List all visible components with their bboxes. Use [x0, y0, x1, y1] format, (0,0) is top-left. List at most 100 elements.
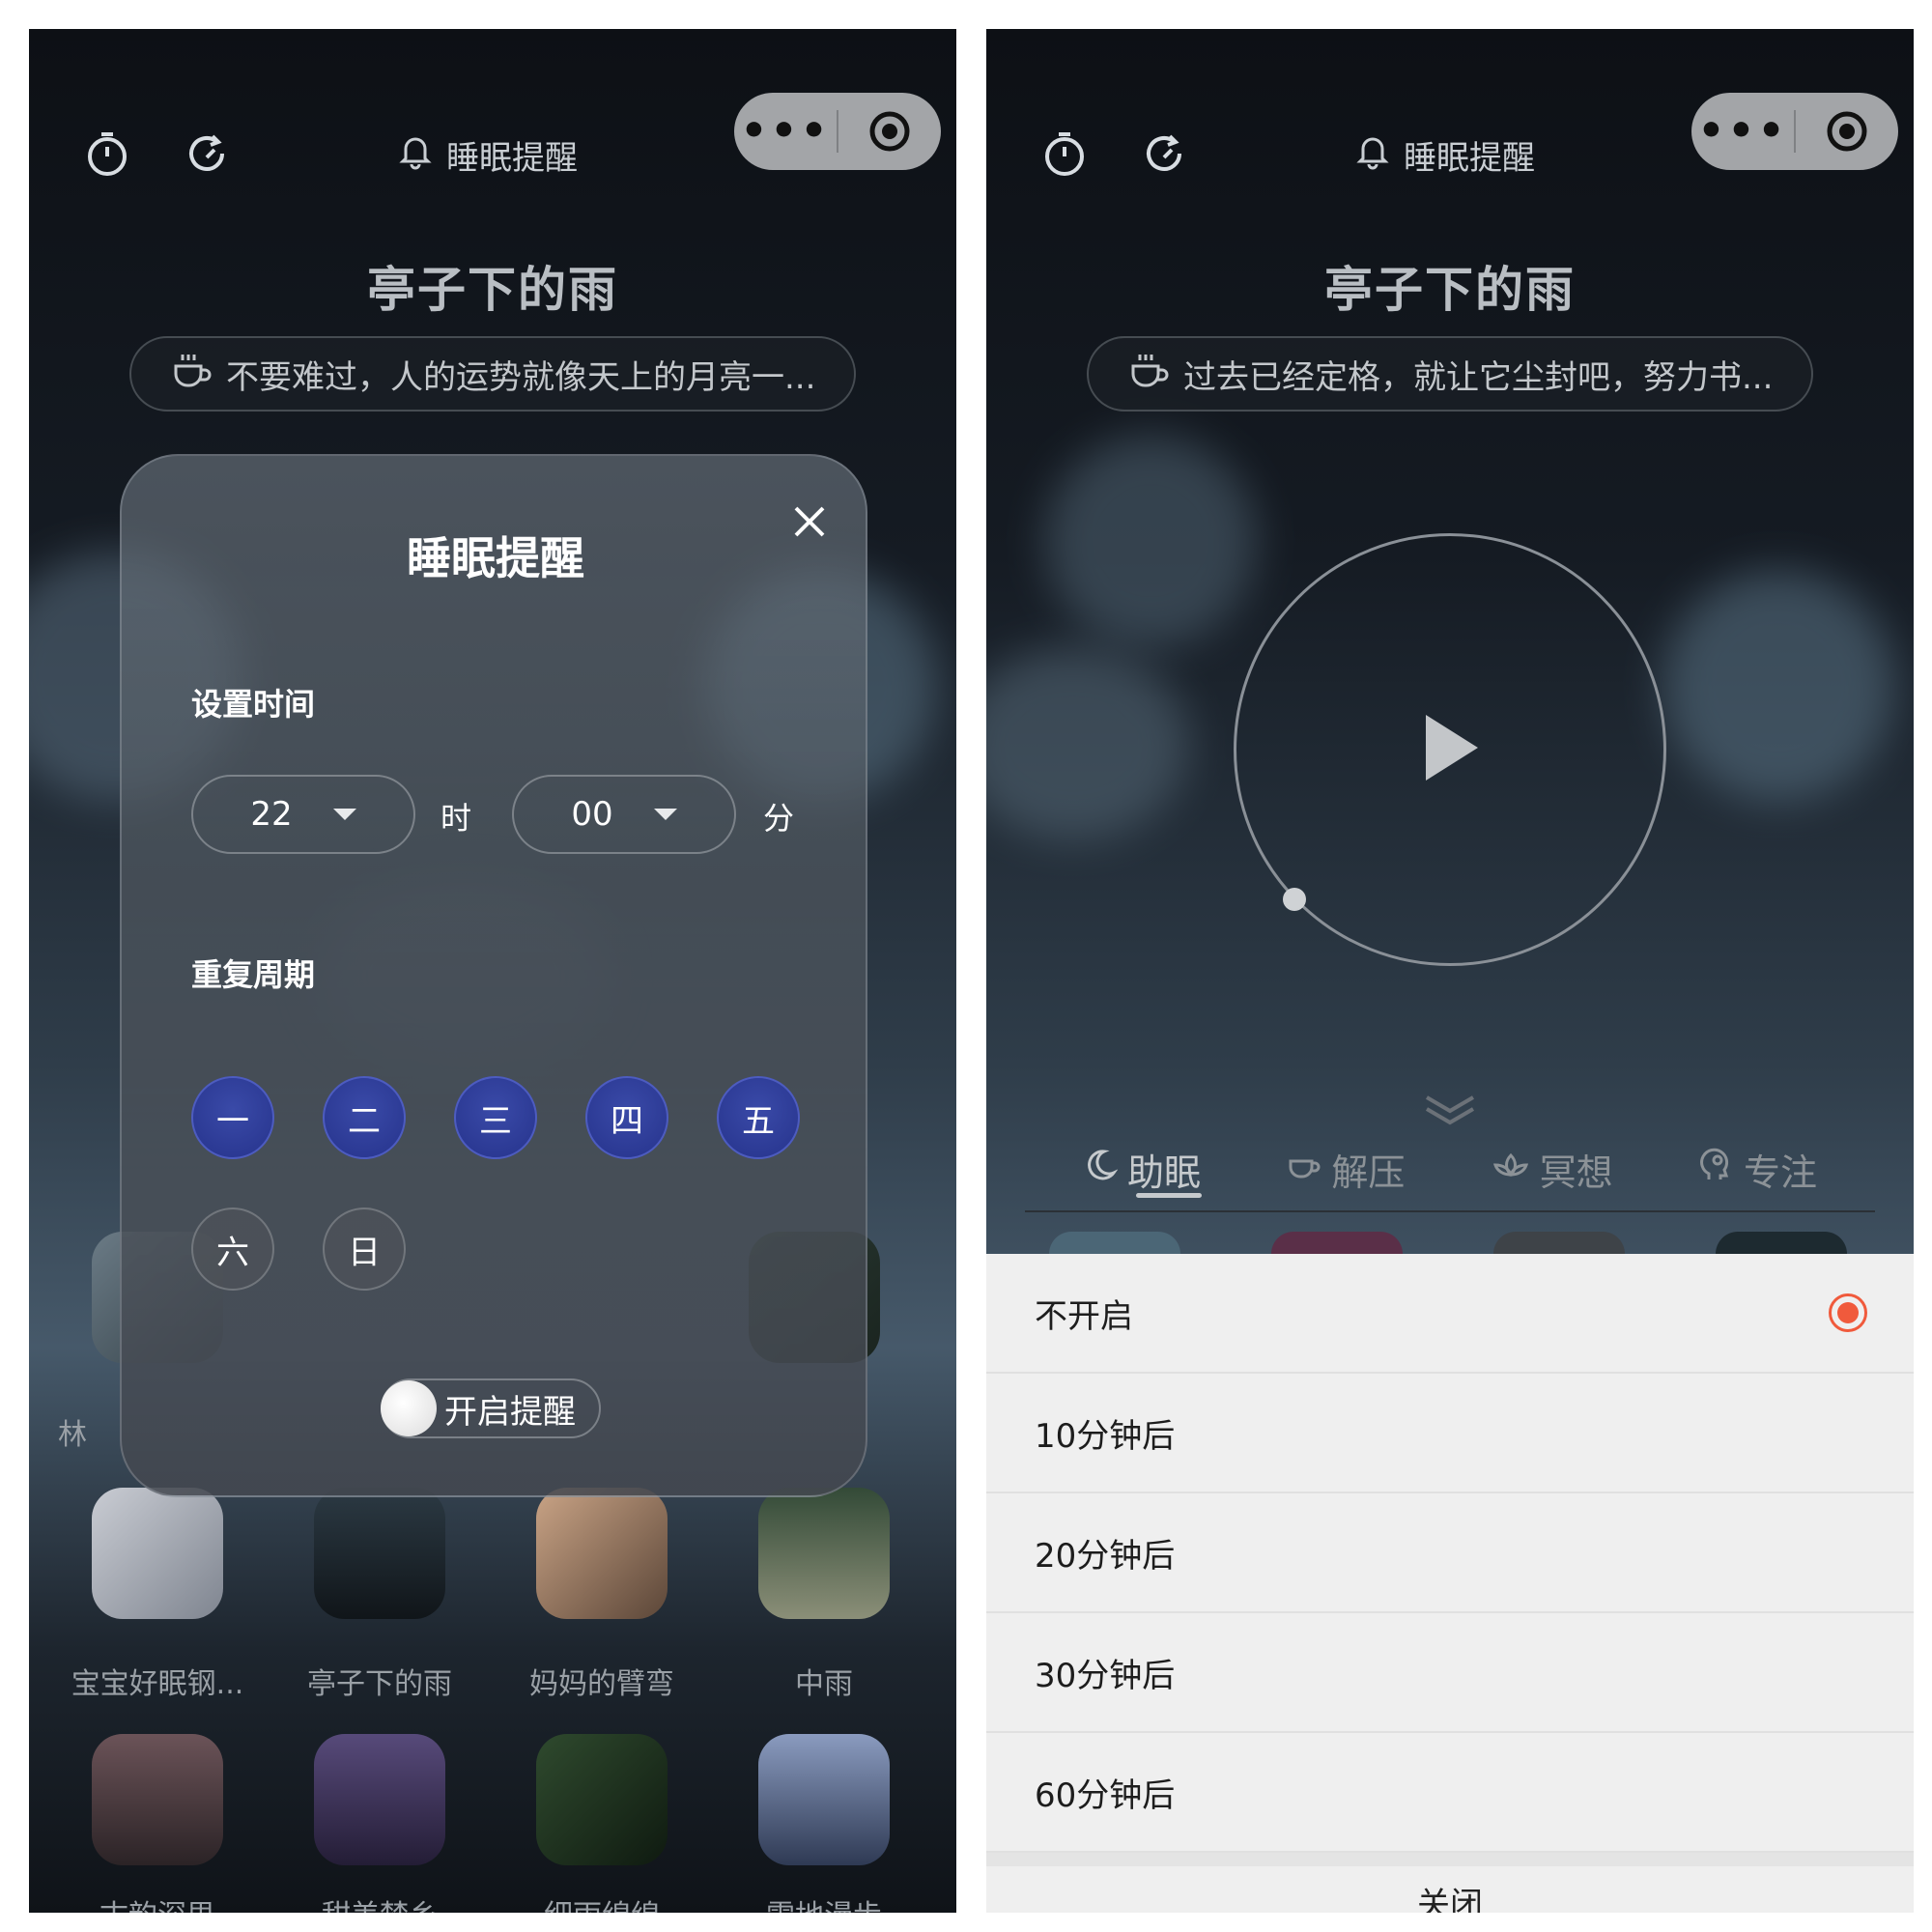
day-toggle-tue[interactable]: 二: [323, 1076, 406, 1159]
refresh-icon[interactable]: [184, 130, 230, 177]
option-label: 20分钟后: [1035, 1536, 1176, 1576]
song-title: 亭子下的雨: [1324, 262, 1576, 318]
sound-tile[interactable]: [758, 1488, 890, 1619]
sound-tile[interactable]: [92, 1488, 223, 1619]
option-label: 30分钟后: [1035, 1656, 1176, 1695]
tab-focus[interactable]: 专注: [1699, 1140, 1817, 1198]
topbar-title[interactable]: 睡眠提醒: [1353, 130, 1535, 179]
timer-option-30[interactable]: 30分钟后: [986, 1613, 1914, 1733]
minute-value: 00: [571, 795, 613, 834]
category-tabs: 助眠 解压 冥想 专注: [1025, 1140, 1875, 1198]
sound-tile[interactable]: [92, 1734, 223, 1865]
right-phone-screen: 睡眠提醒 ••• 亭子下的雨 过去已经定格，就让它尘封吧，努力书... 助眠 解…: [986, 29, 1914, 1913]
tab-sleep[interactable]: 助眠: [1083, 1140, 1201, 1198]
sleep-reminder-modal: 睡眠提醒 设置时间 22 时 00 分 重复周期 一 二 三 四 五 六 日 开…: [120, 454, 867, 1497]
tab-label: 解压: [1331, 1151, 1406, 1194]
day-toggle-sun[interactable]: 日: [323, 1208, 406, 1291]
coffee-cup-icon: [1127, 349, 1170, 400]
tab-label: 助眠: [1127, 1151, 1202, 1194]
refresh-icon[interactable]: [1141, 130, 1187, 177]
tile-label: 甜美梦乡: [278, 1891, 481, 1913]
bokeh-light: [1044, 435, 1257, 647]
sound-tile[interactable]: [1271, 1232, 1403, 1254]
sound-tile[interactable]: [314, 1488, 445, 1619]
tile-label: 妈妈的臂弯: [529, 1667, 674, 1701]
sound-tile[interactable]: [1716, 1232, 1847, 1254]
topbar-title-text: 睡眠提醒: [1404, 138, 1535, 178]
timer-bottom-sheet: 不开启 10分钟后 20分钟后 30分钟后 60分钟后 关闭: [986, 1254, 1914, 1913]
tabs-divider: [1025, 1210, 1875, 1212]
chevron-down-icon: [653, 809, 677, 820]
coffee-cup-icon: [170, 349, 213, 400]
tab-label: 专注: [1743, 1151, 1817, 1194]
bokeh-light: [1662, 570, 1894, 802]
bell-icon: [1353, 131, 1392, 179]
day-toggle-sat[interactable]: 六: [191, 1208, 274, 1291]
minute-select[interactable]: 00: [512, 775, 736, 854]
tile-label: 亭子下的雨: [307, 1667, 452, 1701]
day-toggle-thu[interactable]: 四: [585, 1076, 668, 1159]
day-toggle-wed[interactable]: 三: [454, 1076, 537, 1159]
quote-pill[interactable]: 过去已经定格，就让它尘封吧，努力书...: [1087, 336, 1813, 412]
day-toggle-fri[interactable]: 五: [717, 1076, 800, 1159]
bell-icon: [396, 131, 435, 179]
timer-option-20[interactable]: 20分钟后: [986, 1493, 1914, 1613]
sound-tile[interactable]: [536, 1488, 668, 1619]
hour-value: 22: [250, 795, 293, 834]
collapse-chevron-icon[interactable]: [1421, 1092, 1479, 1130]
close-icon[interactable]: [788, 500, 831, 543]
lotus-icon: [1492, 1148, 1530, 1191]
timer-option-10[interactable]: 10分钟后: [986, 1374, 1914, 1493]
sound-tile[interactable]: [314, 1734, 445, 1865]
toggle-label: 开启提醒: [444, 1392, 576, 1432]
miniapp-capsule: •••: [1691, 93, 1898, 170]
tab-label: 冥想: [1539, 1151, 1613, 1194]
tile-label: 宝宝好眠钢...: [71, 1667, 244, 1701]
sound-tile[interactable]: [758, 1734, 890, 1865]
timer-icon[interactable]: [84, 130, 130, 177]
tile-label: 林: [58, 1418, 87, 1452]
set-time-label: 设置时间: [191, 686, 316, 723]
day-toggle-mon[interactable]: 一: [191, 1076, 274, 1159]
left-phone-screen: 睡眠提醒 ••• 亭子下的雨 不要难过，人的运势就像天上的月亮一... 林 宝宝…: [29, 29, 956, 1913]
tab-meditate[interactable]: 冥想: [1492, 1140, 1613, 1198]
tile-label: 中雨: [795, 1667, 853, 1701]
sound-tile[interactable]: [536, 1734, 668, 1865]
play-icon[interactable]: [1426, 715, 1478, 781]
option-label: 10分钟后: [1035, 1416, 1176, 1456]
more-icon[interactable]: •••: [1691, 93, 1794, 170]
tile-label: 细雨绵绵: [500, 1891, 703, 1913]
target-icon[interactable]: [838, 109, 941, 154]
topbar-title[interactable]: 睡眠提醒: [396, 130, 578, 179]
timer-option-60[interactable]: 60分钟后: [986, 1733, 1914, 1853]
sound-tile[interactable]: [1049, 1232, 1180, 1254]
more-icon[interactable]: •••: [734, 93, 837, 170]
sheet-separator: [986, 1853, 1914, 1866]
quote-text: 过去已经定格，就让它尘封吧，努力书...: [1183, 357, 1774, 397]
progress-handle[interactable]: [1283, 888, 1306, 911]
tile-label: 雪地漫步: [723, 1891, 925, 1913]
quote-pill[interactable]: 不要难过，人的运势就像天上的月亮一...: [129, 336, 856, 412]
hour-unit: 时: [440, 800, 472, 837]
enable-reminder-toggle[interactable]: 开启提醒: [381, 1378, 601, 1438]
timer-option-off[interactable]: 不开启: [986, 1254, 1914, 1374]
song-title: 亭子下的雨: [367, 262, 618, 318]
sheet-close-button[interactable]: 关闭: [986, 1874, 1914, 1913]
option-label: 不开启: [1035, 1296, 1133, 1336]
moon-icon: [1083, 1148, 1119, 1191]
toggle-knob: [381, 1380, 437, 1436]
modal-title: 睡眠提醒: [407, 532, 584, 584]
hour-select[interactable]: 22: [191, 775, 415, 854]
tile-label: 古韵深思: [56, 1891, 259, 1913]
quote-text: 不要难过，人的运势就像天上的月亮一...: [226, 357, 816, 397]
target-icon[interactable]: [1796, 109, 1898, 154]
miniapp-capsule: •••: [734, 93, 941, 170]
tab-relax[interactable]: 解压: [1287, 1140, 1405, 1198]
topbar-title-text: 睡眠提醒: [446, 138, 578, 178]
option-label: 60分钟后: [1035, 1776, 1176, 1815]
timer-icon[interactable]: [1041, 130, 1088, 177]
head-icon: [1699, 1147, 1734, 1192]
chevron-down-icon: [332, 809, 356, 820]
repeat-label: 重复周期: [191, 956, 316, 993]
sound-tile[interactable]: [1493, 1232, 1625, 1254]
